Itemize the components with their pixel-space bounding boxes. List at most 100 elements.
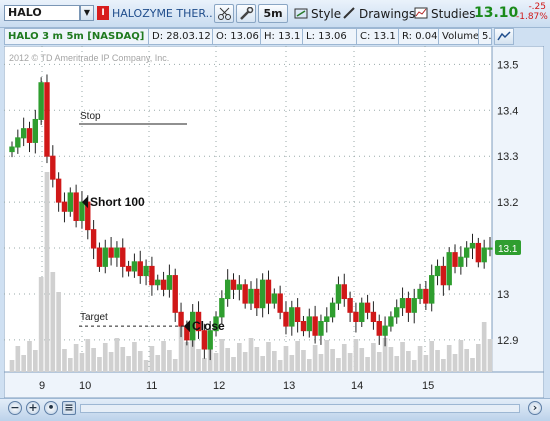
time-tick-label: 13 xyxy=(283,380,295,392)
candle-body xyxy=(38,82,44,120)
candle-body xyxy=(172,275,178,313)
candle-body xyxy=(219,298,225,318)
grid-icon: ≡ xyxy=(64,401,74,414)
candle-body xyxy=(265,279,272,304)
chart-area[interactable]: 9 10 11 12 13 14 15 13.5 13.4 13.3 13.2 13.1 13 12.9 2… xyxy=(4,46,544,398)
volume-bar xyxy=(231,357,236,372)
candle-body xyxy=(469,242,476,249)
volume-bar xyxy=(365,357,370,372)
candle-body xyxy=(411,298,417,313)
candle-body xyxy=(207,330,213,350)
volume-bar xyxy=(225,348,231,372)
info-extra: 5... xyxy=(482,31,491,42)
volume-bar xyxy=(481,322,487,372)
chart-settings-button[interactable]: ≡ xyxy=(62,401,76,415)
info-low: L: 13.06 xyxy=(303,29,357,44)
chart-expand-button[interactable] xyxy=(494,28,514,45)
candle-body xyxy=(50,155,56,180)
candle-body xyxy=(102,247,108,267)
volume-bar xyxy=(27,341,32,372)
candle-body xyxy=(359,302,365,322)
candle-body xyxy=(55,178,62,203)
time-tick-label: 12 xyxy=(213,380,225,392)
company-name: HALOZYME THER... xyxy=(112,7,212,20)
volume-bar xyxy=(400,342,405,372)
zoom-in-button[interactable]: + xyxy=(26,401,40,415)
volume-bar xyxy=(289,355,295,372)
plus-icon: + xyxy=(28,401,38,414)
alert-badge[interactable]: I xyxy=(97,6,109,20)
candle-body xyxy=(306,316,312,332)
candle-body xyxy=(452,252,458,267)
candle-body xyxy=(423,288,429,304)
wrench-icon xyxy=(240,7,254,20)
volume-bar xyxy=(435,350,440,372)
volume-bar xyxy=(417,346,423,372)
volume-bar xyxy=(155,355,161,372)
volume-bar xyxy=(330,349,335,372)
volume-bar xyxy=(161,341,166,372)
volume-bar xyxy=(56,292,61,372)
price-tick-label: 13.2 xyxy=(497,197,518,209)
close-label: Close xyxy=(192,319,225,333)
volume-bar xyxy=(32,350,38,372)
candle-body xyxy=(394,307,400,318)
last-price: 13.10 xyxy=(474,5,519,21)
candle-body xyxy=(440,265,447,286)
candle-body xyxy=(399,298,406,309)
time-scrollbar[interactable] xyxy=(80,404,520,413)
volume-bar xyxy=(336,358,341,372)
volume-bar xyxy=(359,348,365,372)
candle-body xyxy=(125,265,132,272)
style-icon xyxy=(294,8,308,19)
candle-body xyxy=(382,325,388,336)
volume-bar xyxy=(44,172,50,372)
volume-bar xyxy=(73,344,79,372)
period-button[interactable]: 5m xyxy=(258,4,288,23)
volume-bar xyxy=(406,351,411,372)
zoom-out-button[interactable]: − xyxy=(8,401,22,415)
scroll-right-button[interactable]: › xyxy=(528,401,542,415)
price-tick-label: 13.5 xyxy=(497,59,518,71)
reset-zoom-button[interactable]: • xyxy=(44,401,58,415)
settings-button[interactable] xyxy=(236,4,256,23)
volume-bar xyxy=(452,354,458,372)
info-open: O: 13.06 xyxy=(213,29,261,44)
candle-body xyxy=(294,307,301,322)
candle-body xyxy=(155,279,161,286)
symbol-dropdown-button[interactable]: ▼ xyxy=(80,5,94,21)
candle-body xyxy=(90,229,97,249)
target-label: Target xyxy=(80,312,108,323)
volume-bar xyxy=(306,359,312,372)
volume-bar xyxy=(97,357,102,372)
current-price-label: 13.1 xyxy=(498,244,518,255)
drawing-tools-button[interactable] xyxy=(214,4,234,23)
candle-body xyxy=(149,265,155,286)
volume-bar xyxy=(79,353,85,372)
drawings-label: Drawings xyxy=(359,7,416,21)
symbol-input[interactable]: HALO xyxy=(4,5,80,21)
time-tick-label: 14 xyxy=(351,380,363,392)
chart-info-bar: HALO 3 m 5m [NASDAQ] D: 28.03.12 O: 13.0… xyxy=(4,28,492,45)
stop-label: Stop xyxy=(80,111,101,122)
volume-bar xyxy=(114,338,120,372)
chevron-right-icon: › xyxy=(532,401,538,414)
pencil-icon xyxy=(343,7,355,19)
info-date: D: 28.03.12 xyxy=(149,29,213,44)
volume-bar xyxy=(324,340,330,372)
candle-body xyxy=(254,288,260,309)
price-tick-label: 13.4 xyxy=(497,105,518,117)
chart-watermark: 2012 © TD Ameritrade IP Company, Inc. xyxy=(9,53,169,63)
volume-bar xyxy=(248,338,254,372)
volume-bar xyxy=(108,352,114,372)
candle-body xyxy=(329,302,336,318)
volume-bar xyxy=(464,349,470,372)
volume-bar xyxy=(254,347,260,372)
candle-body xyxy=(370,311,377,322)
candle-body xyxy=(324,316,330,322)
volume-bar xyxy=(429,341,435,372)
volume-bar xyxy=(85,339,91,372)
price-chart[interactable]: 9 10 11 12 13 14 15 13.5 13.4 13.3 13.2 13.1 13 12.9 2… xyxy=(4,46,544,398)
candle-body xyxy=(73,192,79,221)
candle-body xyxy=(277,293,283,313)
